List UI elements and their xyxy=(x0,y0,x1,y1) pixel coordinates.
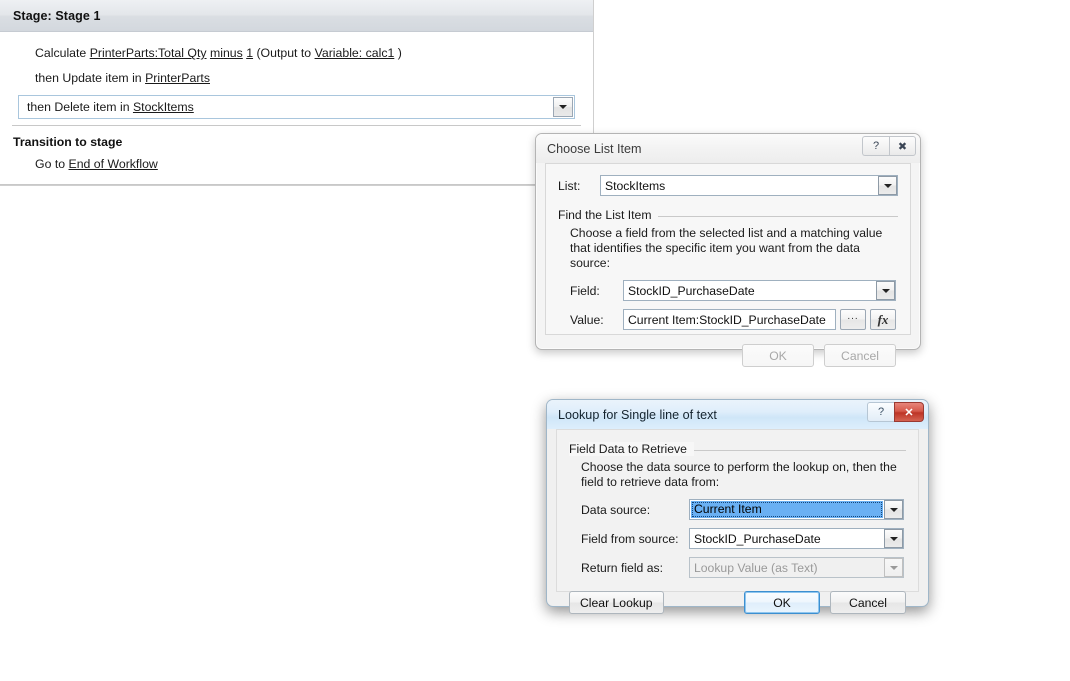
question-mark-icon[interactable]: ? xyxy=(867,402,894,422)
choose-list-item-title: Choose List Item xyxy=(547,141,642,156)
list-row: List: StockItems xyxy=(558,175,898,196)
field-row: Field: StockID_PurchaseDate xyxy=(570,280,896,301)
choose-list-item-button-row: OK Cancel xyxy=(570,344,896,367)
calc-seg-6: (Output to xyxy=(253,46,315,60)
delete-seg-prefix: then Delete item in xyxy=(27,100,133,114)
field-from-source-row: Field from source: StockID_PurchaseDate xyxy=(581,528,904,549)
workflow-designer-panel: Stage: Stage 1 Calculate PrinterParts:To… xyxy=(0,0,594,186)
data-source-combobox[interactable]: Current Item xyxy=(689,499,904,520)
calc-seg-8: ) xyxy=(394,46,402,60)
return-field-as-row: Return field as: Lookup Value (as Text) xyxy=(581,557,904,578)
chevron-down-icon[interactable] xyxy=(884,500,903,519)
data-source-combobox-value: Current Item xyxy=(691,501,883,518)
transition-to-stage-header: Transition to stage xyxy=(13,135,123,149)
value-row: Value: Current Item:StockID_PurchaseDate… xyxy=(570,309,896,330)
update-seg-0: then Update item in xyxy=(35,71,146,85)
choose-list-item-dialog: Choose List Item ? ✖ List: StockItems Fi… xyxy=(535,133,921,367)
field-data-legend: Field Data to Retrieve xyxy=(569,442,694,456)
question-mark-icon[interactable]: ? xyxy=(862,136,889,156)
goto-seg-prefix: Go to xyxy=(35,157,69,171)
find-the-list-item-group: Find the List Item Choose a field from t… xyxy=(558,208,898,367)
value-input-text: Current Item:StockID_PurchaseDate xyxy=(628,312,826,327)
chevron-down-icon xyxy=(884,558,903,577)
chevron-down-icon[interactable] xyxy=(878,176,897,195)
chevron-down-icon[interactable] xyxy=(553,97,573,117)
workflow-action-delete-item-selected[interactable]: then Delete item in StockItems xyxy=(18,95,575,119)
lookup-dialog: Lookup for Single line of text ? ✕ Field… xyxy=(546,399,929,614)
caret-glyph xyxy=(881,288,890,293)
field-combobox[interactable]: StockID_PurchaseDate xyxy=(623,280,896,301)
field-combobox-value: StockID_PurchaseDate xyxy=(628,283,755,298)
list-combobox[interactable]: StockItems xyxy=(600,175,898,196)
update-link-printerparts[interactable]: PrinterParts xyxy=(145,71,210,85)
find-list-item-legend: Find the List Item xyxy=(558,208,659,222)
caret-glyph xyxy=(889,565,898,570)
calc-seg-0: Calculate xyxy=(35,46,90,60)
field-label: Field: xyxy=(570,283,600,298)
data-source-label: Data source: xyxy=(581,502,651,517)
value-input[interactable]: Current Item:StockID_PurchaseDate xyxy=(623,309,836,330)
lookup-titlebar-buttons: ? ✕ xyxy=(867,402,924,422)
choose-list-item-titlebar-buttons: ? ✖ xyxy=(862,136,916,156)
lookup-titlebar[interactable]: Lookup for Single line of text ? ✕ xyxy=(547,400,928,429)
ok-button[interactable]: OK xyxy=(742,344,814,367)
field-data-content: Choose the data source to perform the lo… xyxy=(569,456,906,578)
workflow-action-calculate[interactable]: Calculate PrinterParts:Total Qty minus 1… xyxy=(0,41,593,66)
chevron-down-icon[interactable] xyxy=(884,529,903,548)
calc-link-total-qty[interactable]: PrinterParts:Total Qty xyxy=(90,46,207,60)
list-combobox-value: StockItems xyxy=(605,178,666,193)
lookup-panel: Field Data to Retrieve Choose the data s… xyxy=(556,429,919,614)
stage-title: Stage: Stage 1 xyxy=(13,8,101,23)
caret-glyph xyxy=(889,507,898,512)
lookup-body: Field Data to Retrieve Choose the data s… xyxy=(547,429,928,614)
stage-header: Stage: Stage 1 xyxy=(0,0,593,32)
screen-root: Stage: Stage 1 Calculate PrinterParts:To… xyxy=(0,0,1070,681)
caret-glyph xyxy=(889,536,898,541)
cancel-button[interactable]: Cancel xyxy=(830,591,906,614)
lookup-button-row: Clear Lookup OK Cancel xyxy=(569,591,906,614)
field-from-source-combobox[interactable]: StockID_PurchaseDate xyxy=(689,528,904,549)
fx-icon: fx xyxy=(877,311,889,327)
workflow-action-update-item[interactable]: then Update item in PrinterParts xyxy=(0,66,593,91)
workflow-transition-goto[interactable]: Go to End of Workflow xyxy=(0,152,593,177)
data-source-row: Data source: Current Item xyxy=(581,499,904,520)
delete-link-stockitems[interactable]: StockItems xyxy=(133,100,194,114)
chevron-down-icon[interactable] xyxy=(876,281,895,300)
caret-glyph xyxy=(883,183,892,188)
choose-list-item-panel: List: StockItems Find the List Item Choo… xyxy=(545,163,911,367)
close-x-icon[interactable]: ✖ xyxy=(889,136,916,156)
choose-list-item-body: List: StockItems Find the List Item Choo… xyxy=(536,163,920,367)
goto-link-end-of-workflow[interactable]: End of Workflow xyxy=(69,157,158,171)
find-list-item-content: Choose a field from the selected list an… xyxy=(558,222,898,367)
calc-link-minus[interactable]: minus xyxy=(210,46,243,60)
return-field-as-combobox-value: Lookup Value (as Text) xyxy=(694,560,818,575)
field-from-source-label: Field from source: xyxy=(581,531,679,546)
return-field-as-label: Return field as: xyxy=(581,560,663,575)
close-x-icon[interactable]: ✕ xyxy=(894,402,924,422)
cancel-button[interactable]: Cancel xyxy=(824,344,896,367)
value-label: Value: xyxy=(570,312,604,327)
function-builder-button[interactable]: fx xyxy=(870,309,896,330)
clear-lookup-button[interactable]: Clear Lookup xyxy=(569,591,664,614)
panel-bottom-rule xyxy=(0,184,593,185)
field-data-to-retrieve-group: Field Data to Retrieve Choose the data s… xyxy=(569,442,906,578)
calc-link-variable-calc1[interactable]: Variable: calc1 xyxy=(315,46,395,60)
lookup-confirm-buttons: OK Cancel xyxy=(744,591,906,614)
find-list-item-help-text: Choose a field from the selected list an… xyxy=(570,226,883,270)
ok-button[interactable]: OK xyxy=(744,591,820,614)
return-field-as-combobox: Lookup Value (as Text) xyxy=(689,557,904,578)
workflow-body: Calculate PrinterParts:Total Qty minus 1… xyxy=(0,32,593,185)
list-label: List: xyxy=(558,178,581,193)
choose-list-item-titlebar[interactable]: Choose List Item ? ✖ xyxy=(536,134,920,163)
delete-item-text: then Delete item in StockItems xyxy=(27,100,194,114)
caret-glyph xyxy=(559,105,567,109)
string-builder-button[interactable]: ... xyxy=(840,309,866,330)
field-from-source-combobox-value: StockID_PurchaseDate xyxy=(694,531,821,546)
lookup-help-text: Choose the data source to perform the lo… xyxy=(581,460,897,489)
lookup-title: Lookup for Single line of text xyxy=(558,407,717,422)
ellipsis-icon: ... xyxy=(847,311,859,322)
